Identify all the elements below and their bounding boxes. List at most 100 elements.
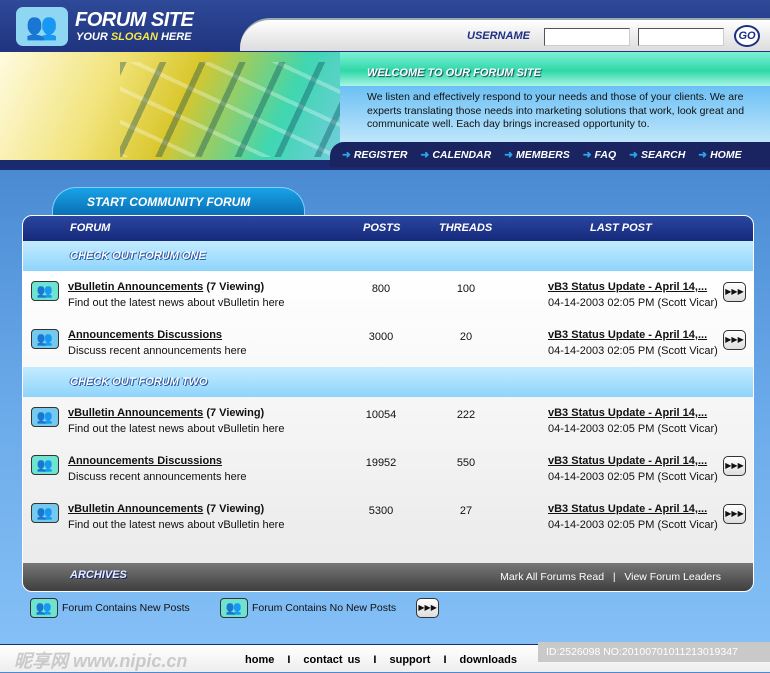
table-row: 👥 vBulletin Announcements (7 Viewing) Fi… [23, 271, 753, 319]
posts-count: 3000 [368, 331, 394, 343]
nav-bar: ➜ REGISTER ➜ CALENDAR ➜ MEMBERS ➜ FAQ ➜ SEARCH ➜ HO… [330, 142, 770, 167]
two-people-icon: 👥 [31, 407, 59, 427]
category-header: CHECK OUT FORUM TWO [23, 367, 753, 397]
table-row: 👥 vBulletin Announcements (7 Viewing) Fi… [23, 493, 753, 541]
two-people-icon: 👥 [31, 281, 59, 301]
arrow-right-icon: ➜ [504, 148, 514, 161]
two-people-icon: 👥 [31, 329, 59, 349]
footer-link-support[interactable]: support [389, 654, 430, 666]
last-post-link[interactable]: vB3 Status Update - April 14,... [548, 407, 707, 419]
two-people-icon: 👥 [31, 455, 59, 475]
slogan-em: SLOGAN [110, 31, 158, 43]
password-input[interactable] [638, 28, 724, 46]
mark-all-read-link[interactable]: Mark All Forums Read [500, 571, 604, 583]
forum-link[interactable]: Announcements Discussions [68, 329, 222, 341]
posts-count: 19952 [365, 457, 397, 469]
footer: 昵享网 www.nipic.cn home Icontact us Isupport… [0, 642, 770, 672]
last-post-date: 04-14-2003 02:05 PM (Scott Vicar) [548, 519, 718, 531]
legend-no-new: 👥 Forum Contains No New Posts ▶▶▶ [220, 598, 440, 618]
table-row: 👥 Announcements Discussions Discuss rece… [23, 445, 753, 493]
last-post-date: 04-14-2003 02:05 PM (Scott Vicar) [548, 423, 718, 435]
nav-members[interactable]: ➜ MEMBERS [504, 149, 569, 161]
two-people-icon: 👥 [30, 598, 58, 618]
arrow-right-icon: ➜ [698, 148, 708, 161]
triple-arrow-icon[interactable]: ▶▶▶ [723, 456, 746, 476]
table-row: 👥 vBulletin Announcements (7 Viewing) Fi… [23, 397, 753, 445]
welcome-desc: We listen and effectively respond to you… [340, 86, 770, 142]
nav-label: FAQ [594, 148, 617, 161]
viewing-count: (7 Viewing) [203, 503, 265, 515]
legend-new-label: Forum Contains New Posts [62, 602, 190, 614]
nav-search[interactable]: ➜ SEARCH [629, 149, 685, 161]
last-post-date: 04-14-2003 02:05 PM (Scott Vicar) [548, 297, 718, 309]
forum-link[interactable]: vBulletin Announcements [68, 503, 203, 515]
legend-no-new-label: Forum Contains No New Posts [252, 602, 397, 614]
forum-desc: Find out the latest news about vBulletin… [68, 519, 285, 531]
arrow-right-icon: ➜ [342, 148, 351, 161]
last-post-link[interactable]: vB3 Status Update - April 14,... [548, 281, 707, 293]
header: 👥 FORUM SITE YOUR SLOGAN HERE USERNAME G… [0, 0, 770, 170]
slogan-pre: YOUR [76, 31, 111, 43]
nav-calendar[interactable]: ➜ CALENDAR [421, 149, 492, 161]
two-people-icon: 👥 [220, 598, 248, 618]
nav-label: HOME [710, 148, 742, 161]
slogan-post: HERE [157, 31, 192, 43]
triple-arrow-icon[interactable]: ▶▶▶ [723, 330, 746, 350]
nav-label: MEMBERS [516, 148, 570, 161]
username-input[interactable] [544, 28, 630, 46]
forum-link[interactable]: Announcements Discussions [68, 455, 222, 467]
threads-count: 20 [459, 331, 473, 343]
threads-count: 100 [456, 283, 476, 295]
category-header: CHECK OUT FORUM ONE [23, 241, 753, 271]
nav-home[interactable]: ➜ HOME [698, 149, 741, 161]
archives-bar: ARCHIVES Mark All Forums Read | View For… [23, 563, 753, 591]
username-label: USERNAME [467, 30, 530, 42]
posts-count: 800 [371, 283, 391, 295]
triple-arrow-icon[interactable]: ▶▶▶ [723, 282, 746, 302]
category-title: CHECK OUT FORUM TWO [70, 376, 208, 388]
footer-link-downloads[interactable]: downloads [460, 654, 517, 666]
arrow-right-icon: ➜ [420, 148, 430, 161]
table-row: 👥 Announcements Discussions Discuss rece… [23, 319, 753, 367]
col-threads: THREADS [439, 222, 493, 234]
forum-desc: Discuss recent announcements here [68, 471, 247, 483]
nav-faq[interactable]: ➜ FAQ [583, 149, 616, 161]
triple-arrow-icon[interactable]: ▶▶▶ [723, 504, 746, 524]
keyboard-graphic [120, 62, 340, 157]
last-post-date: 04-14-2003 02:05 PM (Scott Vicar) [548, 471, 718, 483]
forum-desc: Find out the latest news about vBulletin… [68, 423, 285, 435]
welcome-title: WELCOME TO OUR FORUM SITE [367, 67, 541, 79]
archives-link[interactable]: ARCHIVES [70, 569, 127, 581]
last-post-link[interactable]: vB3 Status Update - April 14,... [548, 455, 707, 467]
site-title: FORUM SITE [75, 9, 194, 31]
col-last-post: LAST POST [590, 222, 652, 234]
triple-arrow-icon: ▶▶▶ [416, 598, 440, 618]
footer-link-home[interactable]: home [245, 654, 274, 666]
last-post-link[interactable]: vB3 Status Update - April 14,... [548, 329, 707, 341]
threads-count: 27 [459, 505, 473, 517]
forum-desc: Discuss recent announcements here [68, 345, 247, 357]
welcome-bar: WELCOME TO OUR FORUM SITE [340, 52, 770, 86]
view-forum-leaders-link[interactable]: View Forum Leaders [624, 571, 721, 583]
watermark-id: ID:2526098 NO:20100701011213019347 [538, 642, 770, 662]
login-bar: USERNAME GO [240, 18, 770, 51]
col-forum: FORUM [70, 222, 111, 234]
footer-link-contact-us[interactable]: contact us [303, 654, 360, 666]
logo-people-icon: 👥 [16, 7, 68, 46]
forum-desc: Find out the latest news about vBulletin… [68, 297, 285, 309]
nav-register[interactable]: ➜ REGISTER [342, 149, 408, 161]
forum-link[interactable]: vBulletin Announcements [68, 407, 203, 419]
posts-count: 10054 [365, 409, 397, 421]
viewing-count: (7 Viewing) [203, 407, 265, 419]
forum-link[interactable]: vBulletin Announcements [68, 281, 203, 293]
tab-start-community-forum[interactable]: START COMMUNITY FORUM [52, 187, 305, 215]
nav-label: CALENDAR [432, 148, 492, 161]
nav-label: REGISTER [353, 148, 408, 161]
last-post-date: 04-14-2003 02:05 PM (Scott Vicar) [548, 345, 718, 357]
forum-name: Announcements Discussions [68, 329, 222, 341]
forum-name: vBulletin Announcements (7 Viewing) [68, 281, 264, 293]
go-button[interactable]: GO [734, 25, 760, 47]
last-post-link[interactable]: vB3 Status Update - April 14,... [548, 503, 707, 515]
watermark-logo: 昵享网 www.nipic.cn [14, 651, 188, 671]
tab-label: START COMMUNITY FORUM [87, 195, 251, 209]
